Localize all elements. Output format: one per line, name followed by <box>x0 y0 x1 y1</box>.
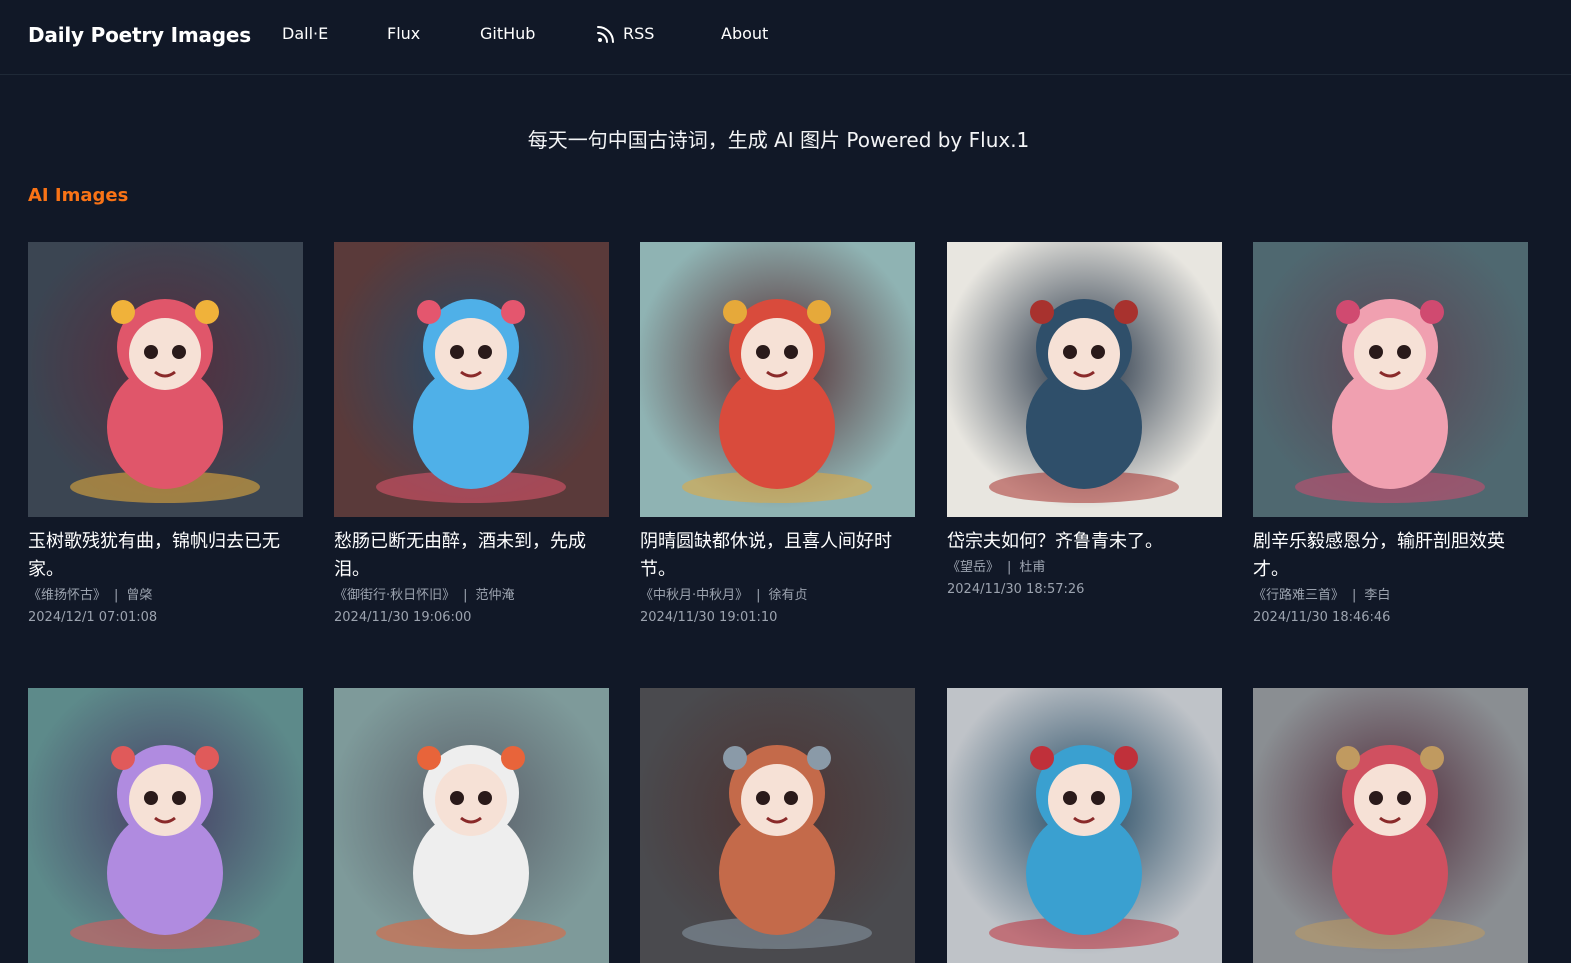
nav-link-flux[interactable]: Flux <box>387 24 420 43</box>
nav-link-label: Flux <box>387 24 421 43</box>
timestamp: 2024/11/30 18:57:26 <box>947 582 1085 597</box>
top-navbar: Daily Poetry Images Dall·E Flux GitHub R… <box>0 0 1571 75</box>
image-card[interactable] <box>947 688 1222 963</box>
figurine-illustration <box>682 745 872 949</box>
nav-link-github[interactable]: GitHub <box>480 24 535 43</box>
nav-link-rss[interactable]: RSS <box>597 24 654 43</box>
poem-title: 《维扬怀古》 <box>28 588 107 603</box>
site-brand[interactable]: Daily Poetry Images <box>28 23 251 47</box>
timestamp: 2024/11/30 19:06:00 <box>334 610 472 625</box>
poetry-image[interactable] <box>640 242 915 517</box>
section-title: AI Images <box>28 185 129 206</box>
poetry-image[interactable] <box>947 688 1222 963</box>
figurine-illustration <box>376 745 566 949</box>
timestamp: 2024/11/30 19:01:10 <box>640 610 778 625</box>
poem-author: 杜甫 <box>1019 560 1046 575</box>
image-card[interactable] <box>1253 688 1528 963</box>
figurine-illustration <box>989 299 1179 503</box>
poem-source: 《望岳》 | 杜甫 <box>947 560 1046 575</box>
poem-source: 《行路难三首》 | 李白 <box>1253 588 1391 603</box>
figurine-illustration <box>70 299 260 503</box>
image-card[interactable]: 玉树歌残犹有曲，锦帆归去已无家。 《维扬怀古》 | 曾棨 2024/12/1 07:… <box>28 242 303 628</box>
figurine-illustration <box>1295 745 1485 949</box>
poetry-image[interactable] <box>28 242 303 517</box>
poem-title: 《行路难三首》 <box>1253 588 1345 603</box>
poem-source: 《中秋月·中秋月》 | 徐有贞 <box>640 588 808 603</box>
nav-link-label: About <box>721 24 769 43</box>
poetry-image[interactable] <box>1253 688 1528 963</box>
image-card[interactable] <box>28 688 303 963</box>
poem-title: 《御街行·秋日怀旧》 <box>334 588 456 603</box>
figurine-illustration <box>1295 299 1485 503</box>
poem-line: 阴晴圆缺都休说，且喜人间好时节。 <box>640 531 892 580</box>
poetry-image[interactable] <box>28 688 303 963</box>
timestamp: 2024/11/30 18:46:46 <box>1253 610 1391 625</box>
nav-link-dalle[interactable]: Dall·E <box>282 24 328 43</box>
nav-link-label: GitHub <box>480 24 536 43</box>
poem-line: 愁肠已断无由醉，酒未到，先成泪。 <box>334 531 586 580</box>
poem-author: 李白 <box>1364 588 1391 603</box>
poetry-image[interactable] <box>334 242 609 517</box>
poem-author: 曾棨 <box>126 588 153 603</box>
poem-source: 《御街行·秋日怀旧》 | 范仲淹 <box>334 588 515 603</box>
figurine-illustration <box>989 745 1179 949</box>
poem-title: 《中秋月·中秋月》 <box>640 588 749 603</box>
nav-link-about[interactable]: About <box>721 24 768 43</box>
image-card[interactable]: 剧辛乐毅感恩分，输肝剖胆效英才。 《行路难三首》 | 李白 2024/11/30 1… <box>1253 242 1528 628</box>
page-tagline: 每天一句中国古诗词，生成 AI 图片 Powered by Flux.1 <box>527 128 1030 152</box>
image-card[interactable] <box>640 688 915 963</box>
image-card[interactable]: 阴晴圆缺都休说，且喜人间好时节。 《中秋月·中秋月》 | 徐有贞 2024/11/3… <box>640 242 915 628</box>
image-card[interactable]: 岱宗夫如何？齐鲁青未了。 《望岳》 | 杜甫 2024/11/30 18:57:26 <box>947 242 1222 600</box>
image-card[interactable]: 愁肠已断无由醉，酒未到，先成泪。 《御街行·秋日怀旧》 | 范仲淹 2024/11/… <box>334 242 609 628</box>
poetry-image[interactable] <box>947 242 1222 517</box>
rss-icon <box>597 25 615 43</box>
poem-author: 范仲淹 <box>475 588 515 603</box>
image-card[interactable] <box>334 688 609 963</box>
poem-line: 岱宗夫如何？齐鲁青未了。 <box>947 531 1163 552</box>
poem-title: 《望岳》 <box>947 560 1000 575</box>
timestamp: 2024/12/1 07:01:08 <box>28 610 158 625</box>
figurine-illustration <box>70 745 260 949</box>
poem-line: 剧辛乐毅感恩分，输肝剖胆效英才。 <box>1253 531 1505 580</box>
poem-source: 《维扬怀古》 | 曾棨 <box>28 588 153 603</box>
figurine-illustration <box>376 299 566 503</box>
nav-link-label: RSS <box>623 24 655 43</box>
poem-line: 玉树歌残犹有曲，锦帆归去已无家。 <box>28 531 280 580</box>
poetry-image[interactable] <box>640 688 915 963</box>
poetry-image[interactable] <box>334 688 609 963</box>
figurine-illustration <box>682 299 872 503</box>
poem-author: 徐有贞 <box>768 588 808 603</box>
nav-link-label: Dall·E <box>282 24 329 43</box>
poetry-image[interactable] <box>1253 242 1528 517</box>
